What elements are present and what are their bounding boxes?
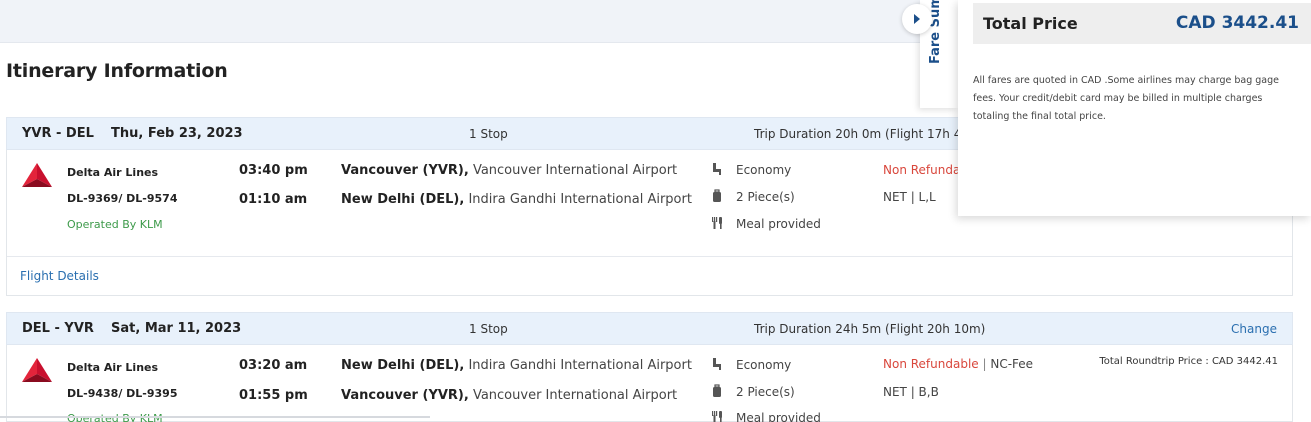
fare-disclaimer: All fares are quoted in CAD .Some airlin… [973, 75, 1279, 122]
roundtrip-price: Total Roundtrip Price : CAD 3442.41 [1099, 356, 1278, 367]
page-title: Itinerary Information [6, 60, 228, 82]
nc-fee: NC-Fee [990, 357, 1034, 371]
segment-duration: Trip Duration 20h 0m (Flight 17h 4 [754, 127, 962, 141]
flight-details-link[interactable]: Flight Details [20, 269, 99, 283]
depart-time: 03:40 pm [239, 163, 308, 178]
arrive-airport: Indira Gandhi International Airport [464, 192, 692, 207]
caret-right-icon [914, 14, 920, 24]
refund-label: Non Refundable [883, 357, 979, 371]
total-price-label: Total Price [983, 14, 1078, 33]
segment-date: Thu, Feb 23, 2023 [111, 126, 243, 141]
segment-route: DEL - YVR [22, 321, 94, 336]
cabin-class: Economy [736, 163, 792, 177]
segment-date: Sat, Mar 11, 2023 [111, 321, 242, 336]
luggage-icon [713, 189, 721, 202]
depart-location: Vancouver (YVR), Vancouver International… [341, 163, 677, 178]
panel-toggle-button[interactable] [902, 4, 932, 34]
baggage-allowance: 2 Piece(s) [736, 190, 795, 204]
scroll-edge [0, 416, 430, 418]
arrive-location: New Delhi (DEL), Indira Gandhi Internati… [341, 192, 692, 207]
baggage-allowance: 2 Piece(s) [736, 385, 795, 399]
fare-summary-panel: Total Price CAD 3442.41 All fares are qu… [958, 0, 1311, 216]
cutlery-icon [712, 217, 722, 229]
segment-stops: 1 Stop [469, 127, 508, 141]
airline-name: Delta Air Lines [67, 166, 159, 179]
seat-icon [713, 358, 721, 370]
meal-info: Meal provided [736, 411, 821, 422]
segment-duration: Trip Duration 24h 5m (Flight 20h 10m) [754, 322, 986, 336]
fare-summary-tab-label: Fare Sum [928, 0, 943, 64]
total-price-row: Total Price CAD 3442.41 [973, 3, 1311, 44]
fare-basis: NET | B,B [883, 385, 939, 399]
depart-city: Vancouver (YVR), [341, 163, 469, 178]
seat-icon [713, 163, 721, 175]
arrive-airport: Vancouver International Airport [468, 388, 678, 403]
meal-info: Meal provided [736, 217, 821, 231]
arrive-city: Vancouver (YVR), [341, 388, 469, 403]
arrive-location: Vancouver (YVR), Vancouver International… [341, 388, 677, 403]
arrive-time: 01:55 pm [239, 388, 308, 403]
delta-logo-icon [22, 358, 52, 382]
refund-status: Non Refundab [883, 163, 968, 177]
fare-basis: NET | L,L [883, 190, 936, 204]
segment-header-return: DEL - YVR Sat, Mar 11, 2023 1 Stop Trip … [6, 312, 1293, 345]
depart-time: 03:20 am [239, 358, 308, 373]
delta-logo-icon [22, 163, 52, 187]
total-price-value: CAD 3442.41 [1175, 13, 1299, 33]
depart-city: New Delhi (DEL), [341, 358, 465, 373]
depart-airport: Indira Gandhi International Airport [464, 358, 692, 373]
luggage-icon [713, 384, 721, 397]
depart-airport: Vancouver International Airport [468, 163, 678, 178]
cabin-class: Economy [736, 358, 792, 372]
segment-body-return: Delta Air Lines DL-9438/ DL-9395 Operate… [6, 345, 1293, 422]
arrive-city: New Delhi (DEL), [341, 192, 465, 207]
divider [7, 256, 1292, 257]
change-button[interactable]: Change [1231, 322, 1277, 336]
operated-by: Operated By KLM [67, 218, 163, 231]
segment-stops: 1 Stop [469, 322, 508, 336]
cutlery-icon [712, 411, 722, 422]
depart-location: New Delhi (DEL), Indira Gandhi Internati… [341, 358, 692, 373]
arrive-time: 01:10 am [239, 192, 308, 207]
flight-numbers: DL-9438/ DL-9395 [67, 387, 178, 400]
airline-name: Delta Air Lines [67, 361, 159, 374]
segment-route: YVR - DEL [22, 126, 94, 141]
flight-numbers: DL-9369/ DL-9574 [67, 192, 178, 205]
refund-status: Non Refundable | NC-Fee [883, 357, 1034, 371]
